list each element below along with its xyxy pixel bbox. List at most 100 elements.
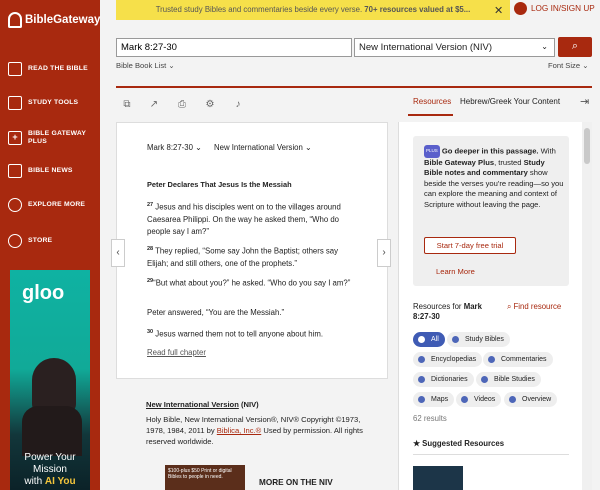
bible-book-list-dropdown[interactable]: Bible Book List ⌄ <box>116 61 175 70</box>
next-passage-button[interactable]: › <box>377 239 391 267</box>
chip-label: All <box>431 336 439 343</box>
news-icon <box>8 164 22 178</box>
promo-t2: , trusted <box>494 157 524 167</box>
collapse-panel-icon[interactable]: ⇥ <box>580 95 589 108</box>
promo-t1: With <box>538 146 556 156</box>
start-trial-button[interactable]: Start 7-day free trial <box>424 237 516 254</box>
verse: 27 Jesus and his disciples went on to th… <box>147 199 359 238</box>
tab-resources[interactable]: Resources <box>413 97 451 106</box>
chip-label: Study Bibles <box>465 336 504 343</box>
verse-text: Peter answered, “You are the Messiah.” <box>147 308 285 317</box>
niv-book-image[interactable]: $100-plus $50 Print or digital Bibles to… <box>165 465 245 490</box>
sidebar-item-explore[interactable]: EXPLORE MORE <box>8 198 94 212</box>
sidebar-item-label: STUDY TOOLS <box>28 99 79 106</box>
sidebar-item-label: BIBLE NEWS <box>28 167 73 174</box>
filter-chip-dictionaries[interactable]: Dictionaries <box>413 372 474 387</box>
share-icon[interactable]: ↗ <box>148 99 160 111</box>
banner-bold: 70+ resources valued at $5... <box>364 5 471 14</box>
tab-hebrew-greek[interactable]: Hebrew/Greek Your Content <box>460 97 560 106</box>
gear-icon[interactable]: ⚙ <box>204 99 216 111</box>
check-icon <box>418 336 425 343</box>
biblica-link[interactable]: Biblica, Inc.® <box>217 426 261 435</box>
filter-chip-maps[interactable]: Maps <box>413 392 455 407</box>
user-icon <box>514 2 527 15</box>
star-icon: ★ <box>413 439 420 448</box>
font-size-label: Font Size <box>548 61 581 70</box>
passage-version-dropdown[interactable]: New International Version ⌄ <box>214 143 312 152</box>
ad-line: with AI You <box>10 476 90 488</box>
plus-icon: + <box>8 131 22 145</box>
filter-chip-commentaries[interactable]: Commentaries <box>483 352 553 367</box>
resources-for-text: Resources for <box>413 302 464 311</box>
verse: 28 They replied, “Some say John the Bapt… <box>147 243 359 270</box>
verse-number: 30 <box>147 329 154 335</box>
verse-text: Jesus and his disciples went on to the v… <box>147 202 341 236</box>
promo-text: PLUS Go deeper in this passage. With Bib… <box>424 145 564 210</box>
promo-banner[interactable]: Trusted study Bibles and commentaries be… <box>116 0 510 20</box>
passage-search-input[interactable] <box>116 38 352 57</box>
font-size-dropdown[interactable]: Font Size ⌄ <box>548 61 589 70</box>
filter-chip-overview[interactable]: Overview <box>504 392 558 407</box>
print-icon[interactable]: ⎙ <box>176 99 188 111</box>
chip-label: Overview <box>522 396 552 403</box>
sidebar-item-store[interactable]: STORE <box>8 234 94 248</box>
verse-text: Jesus warned them not to tell anyone abo… <box>155 329 324 339</box>
ad-line: Power Your <box>24 452 76 463</box>
login-button[interactable]: LOG IN/SIGN UP <box>514 2 595 15</box>
verse-number: 27 <box>147 202 154 208</box>
suggested-resources-heading: ★ Suggested Resources <box>413 439 504 448</box>
sidebar-item-label: READ THE BIBLE <box>28 65 88 72</box>
passage-reference-dropdown[interactable]: Mark 8:27-30 ⌄ <box>147 143 202 152</box>
filter-chip-study-bibles[interactable]: Study Bibles <box>447 332 510 347</box>
learn-more-link[interactable]: Learn More <box>436 267 475 276</box>
search-button[interactable]: ⌕ <box>558 37 592 57</box>
version-select[interactable]: New International Version (NIV) ⌄ <box>354 38 555 57</box>
sidebar-item-news[interactable]: BIBLE NEWS <box>8 164 94 178</box>
copyright-title: New International Version (NIV) <box>146 399 366 410</box>
bible-gateway-logo[interactable]: BibleGateway <box>8 12 100 28</box>
ad-line-b: AI You <box>44 476 76 487</box>
filter-chip-videos[interactable]: Videos <box>456 392 502 407</box>
filter-chip-bible-studies[interactable]: Bible Studies <box>476 372 541 387</box>
banner-text: Trusted study Bibles and commentaries be… <box>155 5 365 14</box>
ad-line: Mission <box>33 464 67 475</box>
version-select-value: New International Version (NIV) <box>359 42 493 53</box>
chip-label: Dictionaries <box>431 376 468 383</box>
verse: 30 Jesus warned them not to tell anyone … <box>147 326 359 341</box>
close-icon[interactable]: ✕ <box>494 4 503 17</box>
bible-book-list-label: Bible Book List <box>116 61 167 70</box>
version-link[interactable]: New International Version <box>146 400 239 409</box>
filter-chip-all[interactable]: All <box>413 332 445 347</box>
previous-passage-button[interactable]: ‹ <box>111 239 125 267</box>
find-resource-label: Find resource <box>513 302 562 311</box>
version-abbrev: (NIV) <box>238 400 259 409</box>
filter-chip-encyclopedias[interactable]: Encyclopedias <box>413 352 483 367</box>
find-resource-link[interactable]: ⌕ Find resource <box>507 302 567 312</box>
chip-label: Bible Studies <box>494 376 535 383</box>
sidebar-item-read[interactable]: READ THE BIBLE <box>8 62 94 76</box>
passage-heading: Peter Declares That Jesus Is the Messiah <box>147 180 292 189</box>
gloo-advertisement[interactable]: gloo Power Your Mission with AI You <box>10 270 90 490</box>
copyright-notice: New International Version (NIV) Holy Bib… <box>146 399 366 447</box>
right-panel-tabs: Resources Hebrew/Greek Your Content ⇥ <box>398 95 594 117</box>
suggested-resource-thumbnail[interactable] <box>413 466 463 490</box>
sidebar: BibleGateway READ THE BIBLE STUDY TOOLS … <box>0 0 100 490</box>
sidebar-item-plus[interactable]: + BIBLE GATEWAY PLUS <box>8 130 94 146</box>
suggested-label: Suggested Resources <box>422 439 505 448</box>
sidebar-item-label: EXPLORE MORE <box>28 201 86 208</box>
promo-bold: Bible Gateway Plus <box>424 157 495 167</box>
ad-brand: gloo <box>22 282 65 304</box>
panel-scrollbar[interactable] <box>582 122 592 490</box>
scrollbar-thumb[interactable] <box>584 128 590 164</box>
ad-line-a: with <box>24 476 45 487</box>
search-icon: ⌕ <box>507 302 512 311</box>
parallel-icon[interactable]: ⧉ <box>121 99 133 111</box>
overview-icon <box>509 396 516 403</box>
verse-number: 28 <box>147 246 154 252</box>
ad-person-body <box>22 406 82 456</box>
verse: Peter answered, “You are the Messiah.” <box>147 307 359 319</box>
read-full-chapter-link[interactable]: Read full chapter <box>147 348 206 357</box>
audio-icon[interactable]: ♪ <box>232 99 244 111</box>
logo-icon <box>8 12 22 28</box>
sidebar-item-study[interactable]: STUDY TOOLS <box>8 96 94 110</box>
